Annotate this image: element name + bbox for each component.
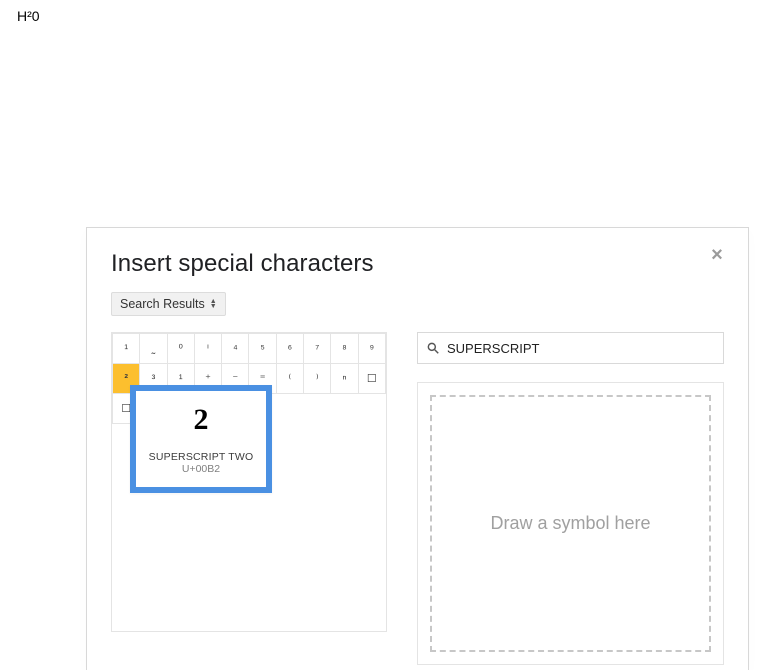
preview-glyph: 2 — [142, 403, 260, 437]
character-cell[interactable]: ⁾ — [304, 364, 331, 394]
character-cell[interactable]: ⁷ — [304, 334, 331, 364]
close-icon: × — [711, 244, 723, 266]
character-cell[interactable]: ⁶ — [276, 334, 303, 364]
dropdown-label: Search Results — [120, 297, 205, 311]
character-grid-container: ¹˷⁰ⁱ⁴⁵⁶⁷⁸⁹²³¹⁺⁻⁼⁽⁾ⁿ☐☐ 2 SUPERSCRIPT TWO … — [111, 332, 387, 632]
doc-text-content: H²0 — [17, 8, 40, 24]
preview-codepoint: U+00B2 — [142, 463, 260, 475]
character-cell — [304, 394, 331, 424]
search-field-wrapper[interactable] — [417, 332, 724, 364]
character-cell[interactable]: ⁽ — [276, 364, 303, 394]
character-preview-tooltip: 2 SUPERSCRIPT TWO U+00B2 — [130, 385, 272, 493]
category-dropdown[interactable]: Search Results ▲▼ — [111, 292, 226, 316]
character-cell[interactable]: ⁴ — [222, 334, 249, 364]
character-cell[interactable]: ⁱ — [194, 334, 221, 364]
right-column: Draw a symbol here — [417, 332, 724, 665]
character-cell[interactable]: ¹ — [113, 334, 140, 364]
draw-panel: Draw a symbol here — [417, 382, 724, 665]
draw-canvas[interactable]: Draw a symbol here — [430, 395, 711, 652]
draw-hint-text: Draw a symbol here — [490, 513, 650, 534]
character-cell — [331, 394, 358, 424]
character-cell[interactable]: ⁹ — [358, 334, 385, 364]
dialog-body: ¹˷⁰ⁱ⁴⁵⁶⁷⁸⁹²³¹⁺⁻⁼⁽⁾ⁿ☐☐ 2 SUPERSCRIPT TWO … — [111, 332, 724, 665]
left-column: ¹˷⁰ⁱ⁴⁵⁶⁷⁸⁹²³¹⁺⁻⁼⁽⁾ⁿ☐☐ 2 SUPERSCRIPT TWO … — [111, 332, 387, 665]
insert-special-characters-dialog: Insert special characters × Search Resul… — [86, 227, 749, 670]
character-cell[interactable]: ☐ — [358, 364, 385, 394]
character-cell[interactable]: ⁵ — [249, 334, 276, 364]
character-cell[interactable]: ⁸ — [331, 334, 358, 364]
sort-arrows-icon: ▲▼ — [210, 299, 217, 309]
search-input[interactable] — [447, 341, 715, 356]
character-cell — [276, 394, 303, 424]
character-cell[interactable]: ˷ — [140, 334, 167, 364]
search-icon — [426, 341, 440, 355]
character-cell[interactable]: ⁿ — [331, 364, 358, 394]
character-cell — [358, 394, 385, 424]
preview-name: SUPERSCRIPT TWO — [142, 451, 260, 463]
dialog-header: Insert special characters × — [111, 250, 724, 278]
character-cell[interactable]: ⁰ — [167, 334, 194, 364]
document-text: H²0 — [17, 8, 40, 24]
dialog-title: Insert special characters — [111, 250, 724, 278]
close-button[interactable]: × — [706, 246, 728, 268]
